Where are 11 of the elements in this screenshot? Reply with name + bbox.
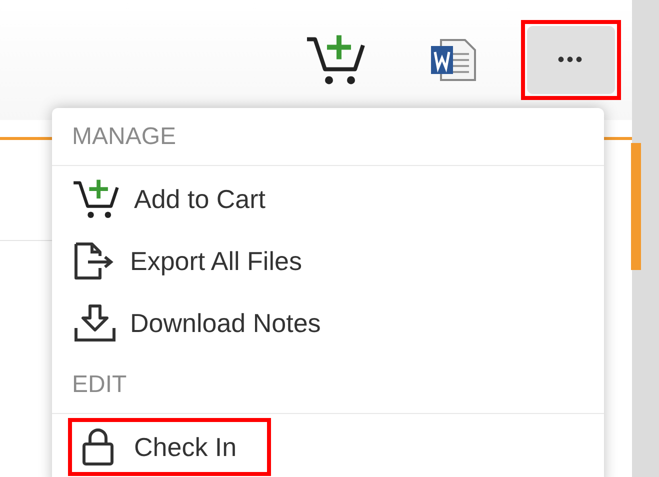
menu-section-heading: EDIT [52,356,604,414]
menu-item-highlighted[interactable]: Check In [68,418,271,476]
scrollbar-thumb[interactable] [631,143,641,270]
menu-item[interactable]: Download Notes [68,294,351,352]
menu-item[interactable]: Export All Files [68,232,332,290]
menu-item[interactable]: Add to Cart [68,170,296,228]
download-tray-icon [72,304,118,342]
lock-icon [80,428,116,466]
menu-section-heading: MANAGE [52,108,604,166]
word-document-icon[interactable] [429,38,477,82]
more-button[interactable]: ••• [527,26,615,94]
